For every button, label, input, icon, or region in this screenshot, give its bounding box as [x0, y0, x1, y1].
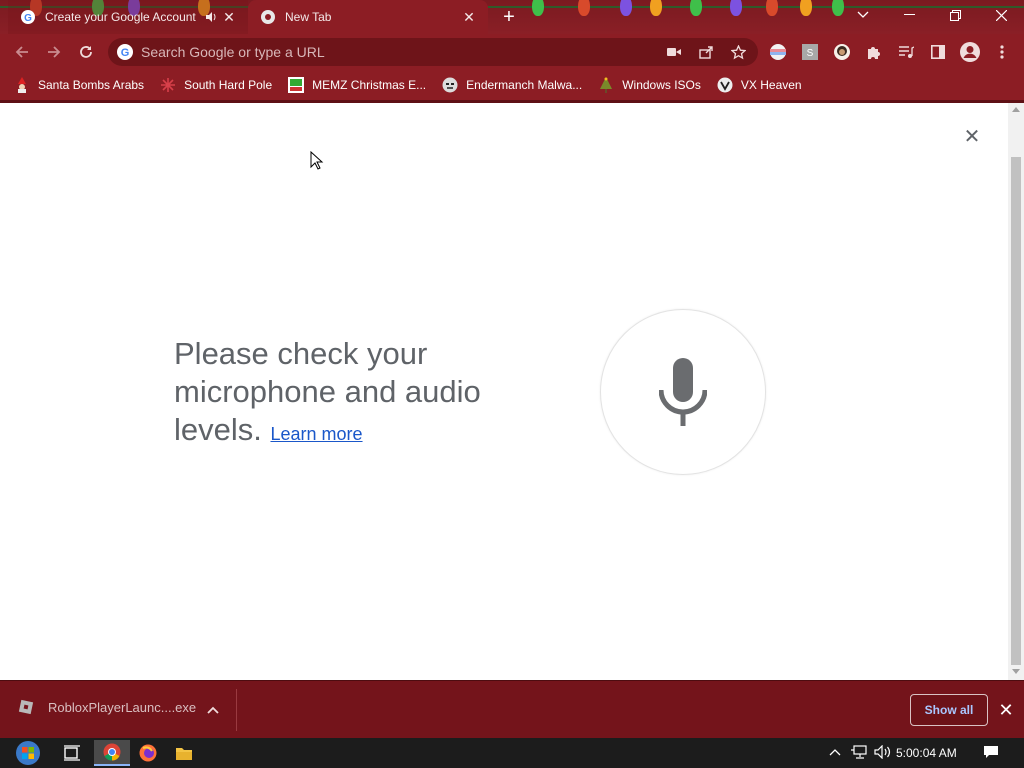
- bookmark-endermanch-malware[interactable]: Endermanch Malwa...: [442, 77, 582, 93]
- minimize-icon[interactable]: [886, 0, 932, 30]
- santa-icon: [14, 77, 30, 93]
- taskbar-file-explorer-icon[interactable]: [166, 740, 202, 766]
- svg-text:G: G: [121, 47, 130, 59]
- extension-s-icon[interactable]: S: [798, 40, 822, 64]
- show-all-downloads-button[interactable]: Show all: [910, 694, 988, 726]
- bookmark-label: MEMZ Christmas E...: [312, 78, 427, 92]
- browser-toolbar: G S: [0, 34, 1024, 70]
- volume-icon[interactable]: [874, 743, 892, 761]
- memz-icon: [288, 77, 305, 93]
- share-icon[interactable]: [696, 42, 716, 62]
- taskbar-clock[interactable]: 5:00:04 AM: [896, 746, 957, 760]
- svg-text:G: G: [24, 13, 32, 24]
- mouse-cursor-icon: [310, 151, 324, 170]
- taskbar-chrome-icon[interactable]: [94, 740, 130, 766]
- close-tab-icon[interactable]: ✕: [460, 8, 478, 26]
- bookmark-star-icon[interactable]: [728, 42, 748, 62]
- scroll-up-arrow-icon[interactable]: [1012, 107, 1020, 112]
- learn-more-link[interactable]: Learn more: [270, 424, 362, 444]
- start-button[interactable]: [8, 740, 48, 766]
- bookmark-label: Endermanch Malwa...: [466, 78, 583, 92]
- close-download-shelf-icon[interactable]: ✕: [996, 700, 1016, 720]
- download-options-chevron-icon[interactable]: [204, 701, 222, 719]
- christmas-light-decoration: [800, 0, 812, 16]
- task-view-icon[interactable]: [54, 740, 90, 766]
- bookmark-memz-christmas[interactable]: MEMZ Christmas E...: [288, 77, 426, 93]
- extensions-puzzle-icon[interactable]: [862, 40, 886, 64]
- close-window-icon[interactable]: [978, 0, 1024, 30]
- new-tab-button[interactable]: +: [497, 6, 521, 30]
- windows-taskbar: 5:00:04 AM: [0, 738, 1024, 768]
- bookmark-santa-bombs-arabs[interactable]: Santa Bombs Arabs: [14, 77, 144, 93]
- bookmark-windows-isos[interactable]: Windows ISOs: [598, 77, 701, 93]
- network-icon[interactable]: [850, 743, 868, 761]
- camera-icon[interactable]: [664, 42, 684, 62]
- christmas-light-decoration: [578, 0, 590, 16]
- address-bar[interactable]: G: [108, 38, 758, 66]
- download-item[interactable]: RobloxPlayerLaunc....exe: [18, 699, 196, 715]
- tab-search-chevron-icon[interactable]: [840, 0, 886, 30]
- roblox-file-icon: [18, 699, 34, 715]
- microphone-button[interactable]: [600, 309, 766, 475]
- vx-heaven-icon: [717, 77, 733, 93]
- tab-create-google-account[interactable]: G Create your Google Account ✕: [8, 0, 248, 34]
- extension-flag-icon[interactable]: [766, 40, 790, 64]
- microphone-icon: [659, 358, 707, 426]
- close-voice-search-button[interactable]: ✕: [962, 127, 982, 147]
- show-hidden-icons-chevron-icon[interactable]: [826, 743, 844, 761]
- bookmark-label: Santa Bombs Arabs: [38, 78, 145, 92]
- christmas-light-decoration: [730, 0, 742, 16]
- media-control-icon[interactable]: [894, 40, 918, 64]
- bookmarks-bar: Santa Bombs Arabs South Hard Pole MEMZ C…: [0, 70, 1024, 100]
- snowflake-icon: [160, 77, 176, 93]
- speaker-icon[interactable]: [202, 8, 220, 26]
- kebab-menu-icon[interactable]: [990, 40, 1014, 64]
- tab-title: Create your Google Account: [45, 10, 196, 24]
- google-g-icon: G: [117, 44, 133, 60]
- tab-title: New Tab: [285, 10, 332, 24]
- voice-search-message: Please check your microphone and audio l…: [174, 335, 534, 453]
- christmas-light-decoration: [532, 0, 544, 16]
- vertical-scrollbar[interactable]: [1008, 103, 1024, 680]
- bookmark-vx-heaven[interactable]: VX Heaven: [717, 77, 802, 93]
- close-tab-icon[interactable]: ✕: [220, 8, 238, 26]
- chrome-icon: [261, 10, 275, 24]
- forward-button[interactable]: [42, 40, 66, 64]
- reload-button[interactable]: [74, 40, 98, 64]
- christmas-light-decoration: [650, 0, 662, 16]
- scroll-down-arrow-icon[interactable]: [1012, 669, 1020, 674]
- tab-strip: G Create your Google Account ✕ New Tab ✕…: [0, 0, 1024, 34]
- extension-avatar-icon[interactable]: [830, 40, 854, 64]
- christmas-light-decoration: [766, 0, 778, 16]
- bookmark-south-hard-pole[interactable]: South Hard Pole: [160, 77, 272, 93]
- side-panel-icon[interactable]: [926, 40, 950, 64]
- scrollbar-thumb[interactable]: [1011, 157, 1021, 665]
- windows-orb-icon: [16, 741, 40, 765]
- download-filename: RobloxPlayerLaunc....exe: [48, 699, 197, 715]
- google-favicon-icon: G: [21, 10, 35, 24]
- action-center-icon[interactable]: [982, 743, 1000, 761]
- taskbar-firefox-icon[interactable]: [130, 740, 166, 766]
- enderman-icon: [442, 77, 458, 93]
- address-input[interactable]: [141, 44, 641, 60]
- bookmark-label: Windows ISOs: [622, 78, 701, 92]
- voice-search-overlay: ✕ Please check your microphone and audio…: [0, 103, 1008, 680]
- back-button[interactable]: [10, 40, 34, 64]
- christmas-light-decoration: [690, 0, 702, 16]
- download-shelf: RobloxPlayerLaunc....exe Show all ✕: [0, 680, 1024, 738]
- bookmark-label: South Hard Pole: [184, 78, 273, 92]
- restore-icon[interactable]: [932, 0, 978, 30]
- christmas-tree-icon: [598, 77, 614, 93]
- download-separator: [236, 689, 237, 731]
- tab-new-tab[interactable]: New Tab ✕: [248, 0, 488, 34]
- christmas-light-decoration: [620, 0, 632, 16]
- svg-text:S: S: [807, 48, 814, 59]
- profile-avatar-icon[interactable]: [958, 40, 982, 64]
- bookmark-label: VX Heaven: [740, 78, 802, 92]
